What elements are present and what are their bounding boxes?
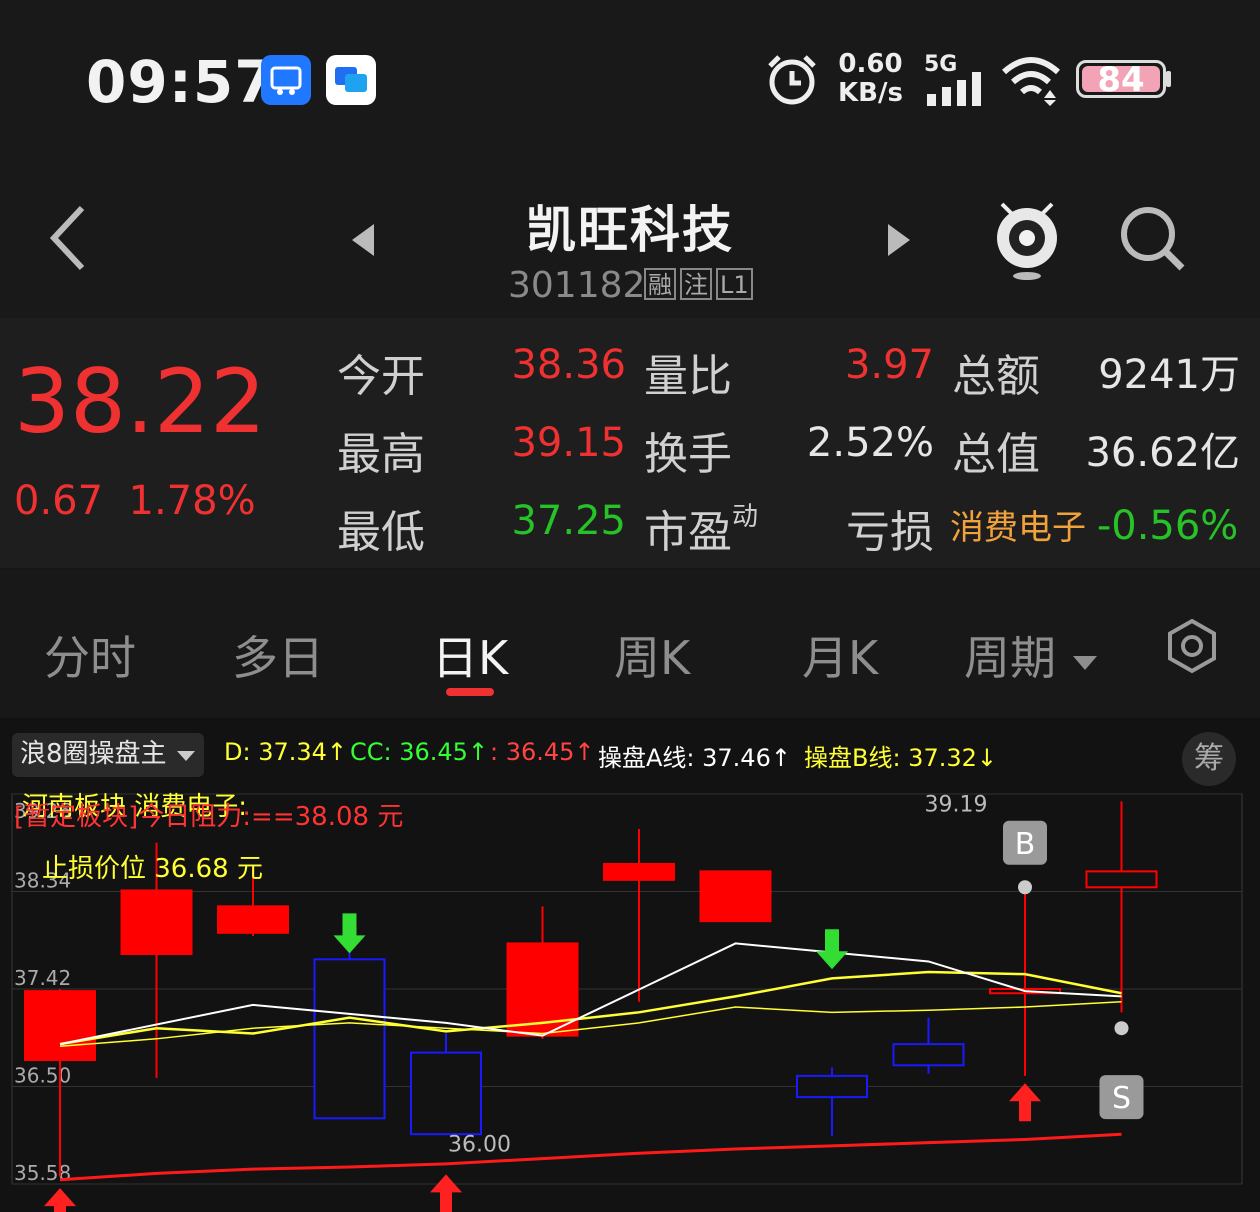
open-label: 今开	[337, 351, 425, 402]
margin-tag: 融	[644, 268, 676, 300]
low-label: 最低	[337, 507, 425, 558]
line-a	[59, 942, 1122, 1046]
candle-body	[217, 905, 289, 934]
tab-intraday[interactable]: 分时	[44, 622, 136, 688]
battery-tip	[1166, 71, 1171, 87]
low-annotation: 36.00	[448, 1132, 511, 1157]
y-tick-label: 36.50	[14, 1064, 71, 1088]
line-b	[59, 970, 1122, 1046]
pe-value: 亏损	[846, 507, 934, 558]
resistance-overlay-text: [暂定板块]今日阻力:==38.08 元	[14, 802, 404, 832]
pe-label: 市盈动	[644, 502, 759, 558]
candle-body	[24, 990, 96, 1062]
buy-signal-arrow-icon	[816, 929, 848, 970]
indicator-select[interactable]: 浪8圈操盘主	[12, 733, 204, 777]
dropdown-icon	[1072, 655, 1097, 670]
turnover-value: 2.52%	[806, 420, 934, 466]
legend-plain: : 36.45↑	[490, 738, 595, 766]
registration-tag: 注	[680, 268, 712, 300]
active-tab-indicator	[446, 688, 494, 696]
vol-ratio-value: 3.97	[844, 342, 934, 388]
buy-marker-dot	[1018, 880, 1032, 895]
tab-weekly-k[interactable]: 周K	[614, 622, 690, 688]
high-label: 最高	[337, 429, 425, 480]
amount-value: 9241万	[1098, 352, 1240, 398]
line-d	[59, 1000, 1122, 1047]
wifi-icon	[1000, 54, 1062, 110]
chat-app-icon	[326, 55, 376, 105]
tab-daily-k[interactable]: 日K	[432, 622, 508, 688]
legend-d: D: 37.34↑	[224, 738, 348, 766]
sector-change: -0.56%	[1096, 503, 1239, 549]
y-tick-label: 37.42	[14, 966, 71, 990]
turnover-label: 换手	[644, 429, 732, 480]
high-value: 39.15	[511, 420, 626, 466]
y-tick-label: 35.58	[14, 1161, 71, 1185]
last-price: 38.22	[14, 350, 266, 453]
tab-period[interactable]: 周期	[964, 622, 1099, 688]
candle-body	[120, 889, 193, 956]
stock-header: 凯旺科技 301182 融 注 L1	[0, 160, 1260, 318]
candle-body	[313, 958, 386, 1120]
tab-monthly-k[interactable]: 月K	[802, 622, 878, 688]
rise-signal-arrow-icon	[1009, 1083, 1041, 1122]
sell-marker-label: S	[1112, 1081, 1131, 1116]
settings-icon[interactable]	[1164, 618, 1220, 678]
vol-ratio-label: 量比	[644, 351, 732, 402]
screenshot-app-icon	[261, 55, 311, 105]
high-annotation: 39.19	[925, 792, 988, 817]
dropdown-icon	[176, 751, 195, 761]
chips-button[interactable]: 筹	[1182, 732, 1236, 786]
candle-body	[699, 870, 772, 923]
low-value: 37.25	[511, 498, 626, 544]
signal-icon	[927, 72, 987, 110]
robot-assistant-icon[interactable]	[992, 196, 1062, 286]
open-value: 38.36	[511, 342, 626, 388]
support-line	[59, 1132, 1122, 1182]
sector-name: 消费电子	[950, 508, 1086, 548]
candle-body	[603, 862, 675, 881]
status-bar: 09:57 0.60 KB/s 5G 84	[0, 0, 1260, 160]
rise-signal-arrow-icon	[44, 1188, 76, 1212]
alarm-icon	[764, 52, 820, 112]
candle-body	[1085, 870, 1158, 889]
search-icon[interactable]	[1118, 204, 1188, 278]
candle-body	[892, 1043, 965, 1067]
stock-name: 凯旺科技	[526, 201, 734, 259]
stock-code: 301182	[508, 265, 646, 306]
legend-line-a: 操盘A线: 37.46↑	[598, 744, 791, 772]
tab-multi-day[interactable]: 多日	[232, 622, 324, 688]
candle-body	[796, 1074, 868, 1099]
battery-percent: 84	[1097, 60, 1145, 100]
stop-loss-text: 止损价位 36.68 元	[42, 854, 263, 884]
legend-line-b: 操盘B线: 37.32↓	[804, 744, 997, 772]
sell-marker-dot	[1114, 1021, 1129, 1036]
legend-cc: CC: 36.45↑	[350, 738, 489, 766]
market-cap-value: 36.62亿	[1085, 430, 1240, 476]
battery-icon: 84	[1076, 60, 1166, 100]
rise-signal-arrow-icon	[430, 1174, 462, 1212]
amount-label: 总额	[952, 351, 1040, 402]
market-cap-label: 总值	[952, 429, 1040, 480]
kline-chart-panel: 浪8圈操盘主 D: 37.34↑ CC: 36.45↑ : 36.45↑ 操盘A…	[0, 718, 1260, 1212]
quote-panel: 38.22 0.67 1.78% 今开 最高 最低 38.36 39.15 37…	[0, 318, 1260, 568]
sector-info[interactable]: 消费电子 -0.56%	[950, 500, 1238, 549]
net-speed: 0.60 KB/s	[838, 49, 903, 108]
status-time: 09:57	[86, 48, 276, 116]
period-tabs: 分时 多日 日K 周K 月K 周期	[0, 570, 1260, 718]
change-amount: 0.67	[14, 478, 104, 524]
level-tag: L1	[716, 268, 753, 300]
buy-signal-arrow-icon	[333, 913, 366, 954]
buy-marker-label: B	[1015, 827, 1036, 862]
price-change: 0.67 1.78%	[14, 478, 256, 524]
next-stock-icon[interactable]	[886, 222, 912, 262]
change-percent: 1.78%	[128, 478, 256, 524]
candle-body	[410, 1051, 482, 1136]
